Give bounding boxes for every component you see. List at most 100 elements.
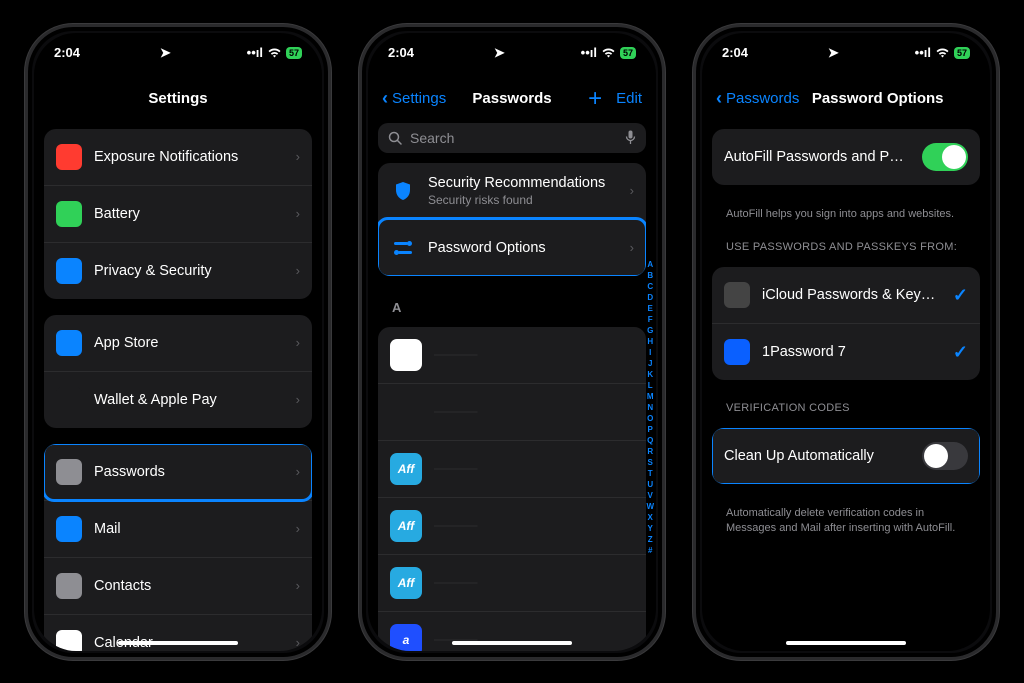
settings-row[interactable]: Privacy & Security › — [44, 242, 312, 299]
home-indicator[interactable] — [452, 641, 572, 645]
cleanup-caption: Automatically delete verification codes … — [712, 500, 980, 536]
index-letter[interactable]: D — [646, 292, 654, 303]
password-entry-row[interactable]: ——— — [378, 383, 646, 440]
index-letter[interactable]: E — [646, 303, 654, 314]
cleanup-toggle[interactable] — [922, 442, 968, 470]
chevron-right-icon: › — [296, 521, 300, 536]
app-icon — [56, 330, 82, 356]
autofill-toggle-row[interactable]: AutoFill Passwords and Passkeys — [712, 129, 980, 185]
settings-row[interactable]: Contacts › — [44, 557, 312, 614]
back-button[interactable]: ‹Passwords — [716, 88, 799, 109]
chevron-left-icon: ‹ — [716, 88, 722, 109]
signal-icon: ••ıl — [915, 45, 931, 60]
site-icon: Aff — [390, 567, 422, 599]
settings-row[interactable]: Wallet & Apple Pay › — [44, 371, 312, 428]
chevron-right-icon: › — [630, 240, 634, 255]
home-indicator[interactable] — [786, 641, 906, 645]
index-letter[interactable]: T — [646, 468, 654, 479]
status-bar: 2:04➤ ••ıl 57 — [362, 39, 662, 67]
index-letter[interactable]: B — [646, 270, 654, 281]
app-icon — [56, 258, 82, 284]
autofill-caption: AutoFill helps you sign into apps and we… — [712, 201, 980, 222]
wifi-icon — [601, 47, 616, 58]
index-letter[interactable]: # — [646, 545, 654, 556]
index-letter[interactable]: S — [646, 457, 654, 468]
index-letter[interactable]: K — [646, 369, 654, 380]
chevron-right-icon: › — [296, 149, 300, 164]
provider-row[interactable]: 1Password 7 ✓ — [712, 323, 980, 380]
chevron-left-icon: ‹ — [382, 88, 388, 109]
password-entry-row[interactable]: a ——— — [378, 611, 646, 651]
provider-icon — [724, 339, 750, 365]
index-bar[interactable]: ABCDEFGHIJKLMNOPQRSTUVWXYZ# — [646, 259, 654, 556]
index-letter[interactable]: F — [646, 314, 654, 325]
index-letter[interactable]: U — [646, 479, 654, 490]
signal-icon: ••ıl — [247, 45, 263, 60]
index-letter[interactable]: Y — [646, 523, 654, 534]
provider-label: iCloud Passwords & Keychain — [762, 287, 941, 303]
chevron-right-icon: › — [296, 206, 300, 221]
index-letter[interactable]: O — [646, 413, 654, 424]
security-recommendations-row[interactable]: Security Recommendations Security risks … — [378, 163, 646, 219]
index-letter[interactable]: W — [646, 501, 654, 512]
autofill-toggle[interactable] — [922, 143, 968, 171]
check-icon: ✓ — [953, 342, 968, 363]
provider-label: 1Password 7 — [762, 344, 941, 360]
row-label: Contacts — [94, 578, 284, 594]
home-indicator[interactable] — [118, 641, 238, 645]
site-icon — [390, 396, 422, 428]
index-letter[interactable]: P — [646, 424, 654, 435]
status-bar: 2:04➤ ••ıl 57 — [28, 39, 328, 67]
chevron-right-icon: › — [296, 464, 300, 479]
password-options-row[interactable]: Password Options › — [378, 219, 646, 276]
index-letter[interactable]: C — [646, 281, 654, 292]
index-letter[interactable]: X — [646, 512, 654, 523]
shield-icon — [390, 178, 416, 204]
section-header: VERIFICATION CODES — [712, 396, 980, 418]
mic-icon[interactable] — [625, 130, 636, 145]
edit-button[interactable]: Edit — [616, 90, 642, 107]
phone-settings: 2:04➤ ••ıl 57 Settings Exposure Notifica… — [25, 24, 331, 660]
index-letter[interactable]: V — [646, 490, 654, 501]
settings-row[interactable]: Battery › — [44, 185, 312, 242]
index-letter[interactable]: J — [646, 358, 654, 369]
settings-row[interactable]: Passwords › — [44, 444, 312, 500]
index-letter[interactable]: H — [646, 336, 654, 347]
password-entry-row[interactable]: Aff ——— — [378, 554, 646, 611]
wifi-icon — [267, 47, 282, 58]
nav-bar: ‹Settings Passwords + Edit — [368, 79, 656, 119]
password-entry-row[interactable]: Aff ——— — [378, 497, 646, 554]
settings-row[interactable]: App Store › — [44, 315, 312, 371]
site-icon: Aff — [390, 510, 422, 542]
app-icon — [56, 387, 82, 413]
row-label: Battery — [94, 206, 284, 222]
cleanup-toggle-row[interactable]: Clean Up Automatically — [712, 428, 980, 484]
add-button[interactable]: + — [588, 90, 602, 108]
index-letter[interactable]: G — [646, 325, 654, 336]
password-entry-row[interactable]: ——— — [378, 327, 646, 383]
settings-row[interactable]: Calendar › — [44, 614, 312, 651]
index-letter[interactable]: I — [646, 347, 654, 358]
index-letter[interactable]: L — [646, 380, 654, 391]
section-header: A — [378, 292, 646, 317]
page-title: Settings — [78, 90, 278, 107]
index-letter[interactable]: A — [646, 259, 654, 270]
index-letter[interactable]: Z — [646, 534, 654, 545]
index-letter[interactable]: M — [646, 391, 654, 402]
page-title: Passwords — [454, 90, 570, 107]
settings-row[interactable]: Exposure Notifications › — [44, 129, 312, 185]
site-icon: Aff — [390, 453, 422, 485]
password-entry-row[interactable]: Aff ——— — [378, 440, 646, 497]
provider-row[interactable]: iCloud Passwords & Keychain ✓ — [712, 267, 980, 323]
battery-icon: 57 — [620, 47, 636, 59]
back-button[interactable]: ‹Settings — [382, 88, 454, 109]
index-letter[interactable]: R — [646, 446, 654, 457]
index-letter[interactable]: Q — [646, 435, 654, 446]
status-time: 2:04 — [388, 45, 414, 60]
location-icon: ➤ — [828, 45, 839, 61]
search-input[interactable]: Search — [378, 123, 646, 153]
search-placeholder: Search — [410, 130, 454, 146]
row-label: Privacy & Security — [94, 263, 284, 279]
settings-row[interactable]: Mail › — [44, 500, 312, 557]
index-letter[interactable]: N — [646, 402, 654, 413]
